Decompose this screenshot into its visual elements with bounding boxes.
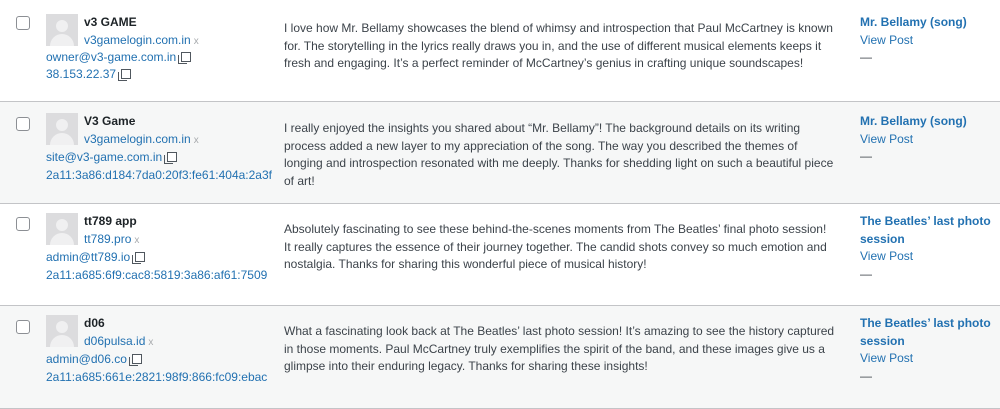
response-to: Mr. Bellamy (song) View Post — xyxy=(860,14,995,67)
row-checkbox[interactable] xyxy=(16,16,30,30)
author-email-link[interactable]: admin@tt789.io xyxy=(46,250,130,264)
response-post-link[interactable]: Mr. Bellamy (song) xyxy=(860,14,995,32)
author-url-link[interactable]: d06pulsa.id xyxy=(84,334,145,348)
response-post-link[interactable]: The Beatles’ last photo session xyxy=(860,213,995,248)
author-name: v3 GAME xyxy=(84,15,137,29)
author-name: V3 Game xyxy=(84,114,136,128)
response-to: Mr. Bellamy (song) View Post — xyxy=(860,113,995,166)
response-post-link[interactable]: The Beatles’ last photo session xyxy=(860,315,995,350)
comment-text: What a fascinating look back at The Beat… xyxy=(284,324,835,373)
row-checkbox[interactable] xyxy=(16,320,30,334)
avatar xyxy=(46,315,78,347)
remove-url-icon[interactable]: x xyxy=(148,337,153,348)
view-post-link[interactable]: View Post xyxy=(860,131,995,149)
comment-text: I really enjoyed the insights you shared… xyxy=(284,121,834,188)
comment-row: tt789 app tt789.pro x admin@tt789.io 2a11… xyxy=(0,204,1000,306)
remove-url-icon[interactable]: x xyxy=(194,135,199,146)
comment-row: d06 d06pulsa.id x admin@d06.co 2a11:a685:… xyxy=(0,306,1000,409)
author-ip-link[interactable]: 2a11:a685:661e:2821:98f9:866:fc09:ebac xyxy=(46,370,267,384)
comment-row: V3 Game v3gamelogin.com.in x site@v3-game… xyxy=(0,102,1000,204)
avatar xyxy=(46,14,78,46)
author-name: tt789 app xyxy=(84,214,137,228)
author-url-link[interactable]: v3gamelogin.com.in xyxy=(84,33,191,47)
avatar xyxy=(46,213,78,245)
view-post-link[interactable]: View Post xyxy=(860,32,995,50)
row-checkbox[interactable] xyxy=(16,117,30,131)
comment-count: — xyxy=(860,266,872,281)
row-checkbox[interactable] xyxy=(16,217,30,231)
response-to: The Beatles’ last photo session View Pos… xyxy=(860,315,995,385)
view-post-link[interactable]: View Post xyxy=(860,248,995,266)
author-ip-link[interactable]: 38.153.22.37 xyxy=(46,67,116,81)
author-ip-link[interactable]: 2a11:3a86:d184:7da0:20f3:fe61:404a:2a3f xyxy=(46,168,272,182)
copy-icon[interactable] xyxy=(118,69,132,81)
copy-icon[interactable] xyxy=(132,252,146,264)
remove-url-icon[interactable]: x xyxy=(194,36,199,47)
comment-count: — xyxy=(860,149,872,163)
author-ip-link[interactable]: 2a11:a685:6f9:cac8:5819:3a86:af61:7509 xyxy=(46,268,267,282)
author-url-link[interactable]: tt789.pro xyxy=(84,232,131,246)
author-email-link[interactable]: admin@d06.co xyxy=(46,352,127,366)
comment-text: I love how Mr. Bellamy showcases the ble… xyxy=(284,21,833,70)
comment-row: v3 GAME v3gamelogin.com.in x owner@v3-gam… xyxy=(0,0,1000,102)
avatar xyxy=(46,113,78,145)
comment-count: — xyxy=(860,368,872,383)
comment-text: Absolutely fascinating to see these behi… xyxy=(284,222,827,271)
copy-icon[interactable] xyxy=(164,152,178,164)
remove-url-icon[interactable]: x xyxy=(134,235,139,246)
copy-icon[interactable] xyxy=(128,354,142,366)
response-post-link[interactable]: Mr. Bellamy (song) xyxy=(860,113,995,131)
view-post-link[interactable]: View Post xyxy=(860,350,995,368)
comment-count: — xyxy=(860,50,872,64)
response-to: The Beatles’ last photo session View Pos… xyxy=(860,213,995,283)
comments-table: v3 GAME v3gamelogin.com.in x owner@v3-gam… xyxy=(0,0,1000,409)
author-url-link[interactable]: v3gamelogin.com.in xyxy=(84,132,191,146)
copy-icon[interactable] xyxy=(178,52,192,64)
author-email-link[interactable]: owner@v3-game.com.in xyxy=(46,50,176,64)
author-email-link[interactable]: site@v3-game.com.in xyxy=(46,150,162,164)
author-name: d06 xyxy=(84,316,105,330)
